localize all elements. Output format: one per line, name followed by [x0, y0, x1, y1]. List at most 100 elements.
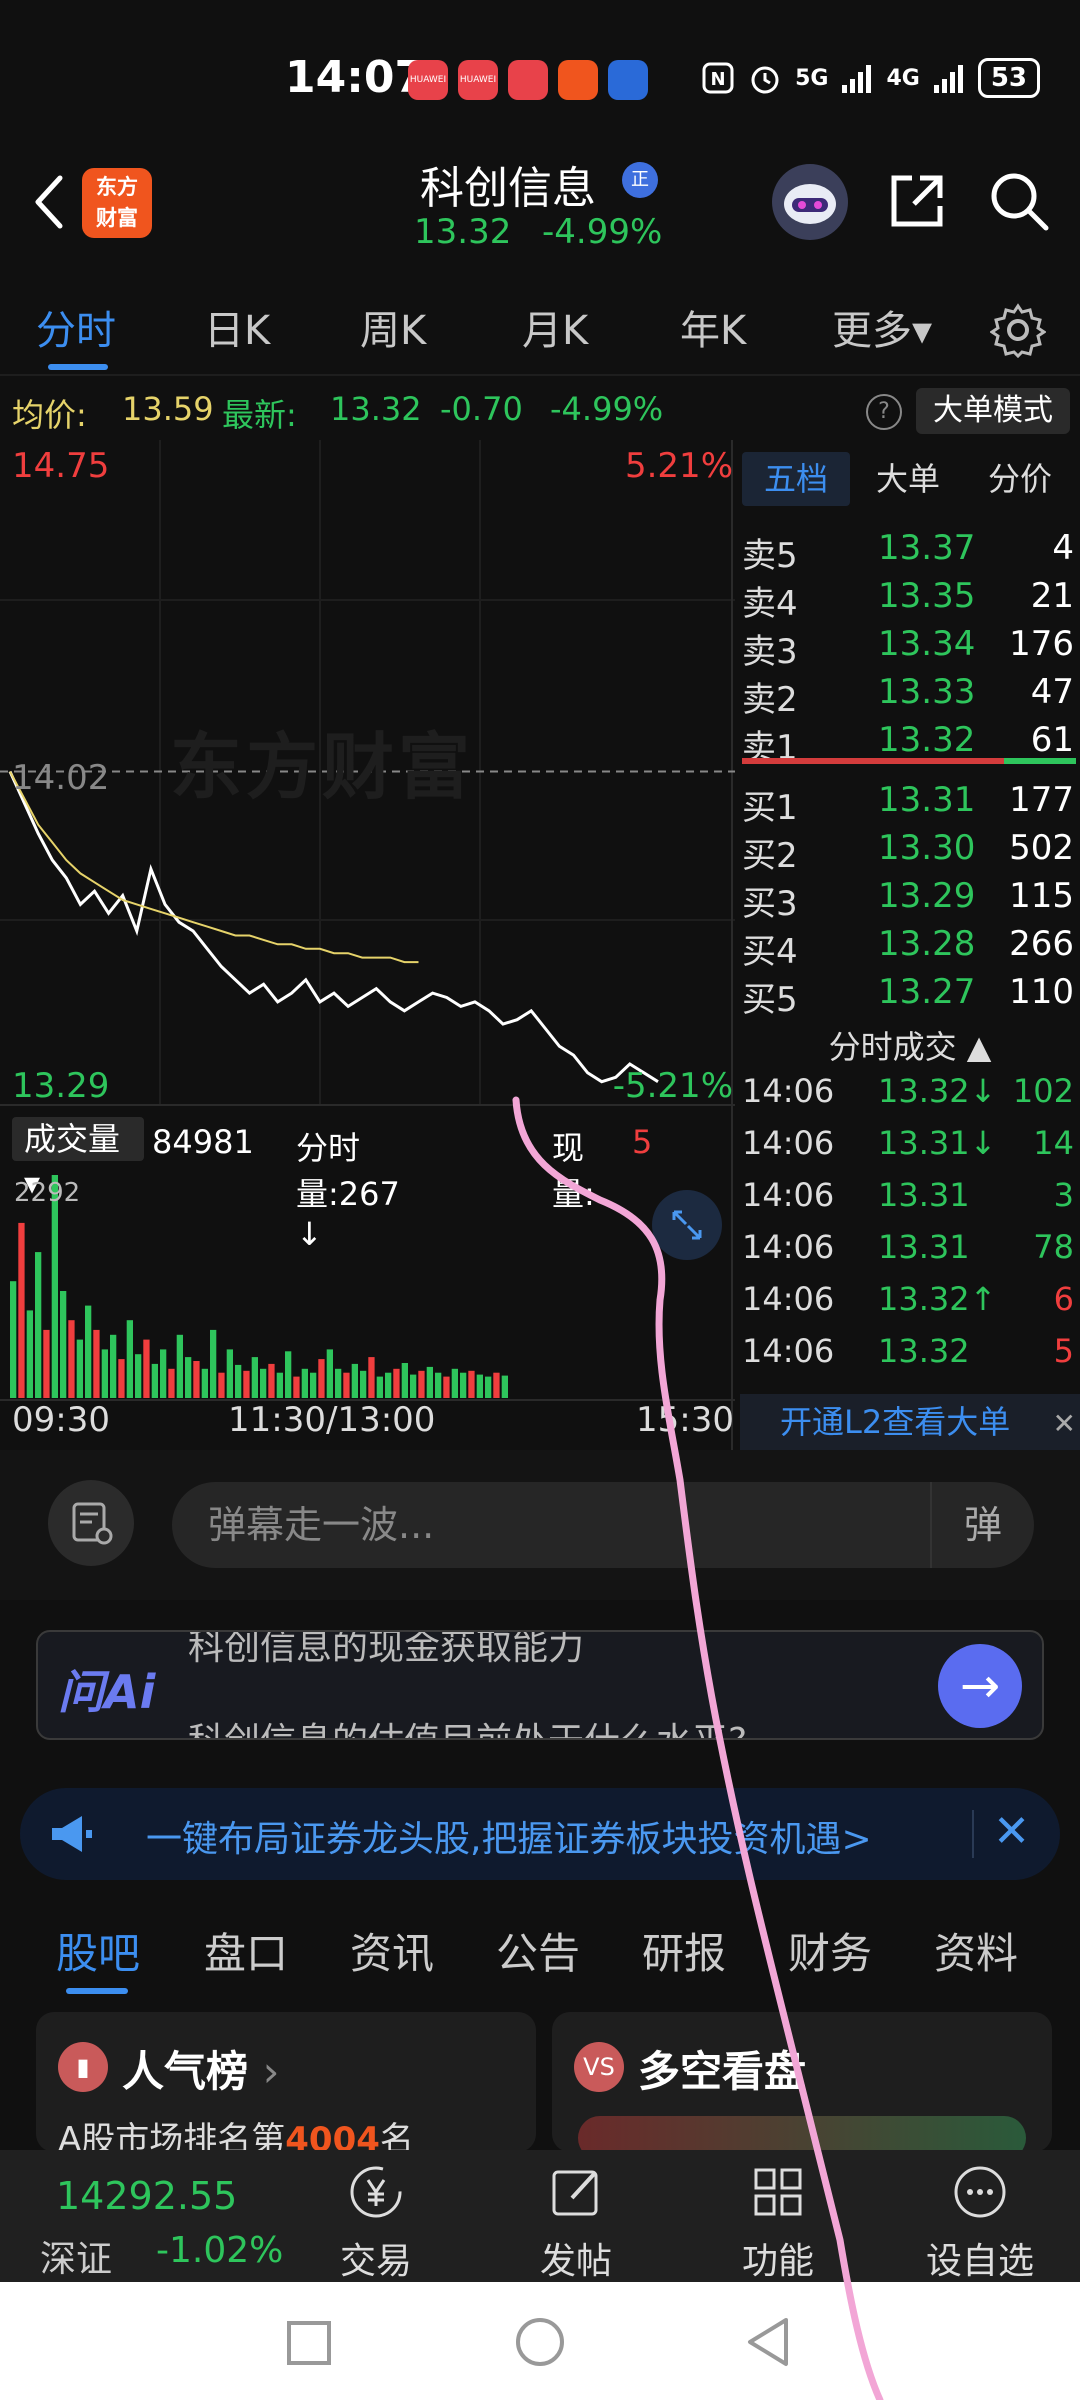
index-change[interactable]: -1.02% [156, 2230, 283, 2271]
status-right: N 5G 4G 53 [701, 58, 1040, 98]
status-bar: 14:07 HUAWEI HUAWEI N 5G 4G 53 [0, 0, 1080, 150]
app-logo[interactable]: 东方 财富 [82, 168, 152, 238]
section-tab-0[interactable]: 股吧 [56, 1920, 140, 1981]
volume-bar [376, 1376, 383, 1398]
volume-bar [151, 1363, 158, 1398]
volume-bar [168, 1368, 175, 1398]
avg-value: 13.59 [122, 390, 214, 428]
tab-five-levels[interactable]: 五档 [742, 452, 850, 506]
danmu-settings-button[interactable] [48, 1480, 134, 1566]
ai-question-box[interactable]: 问Ai 科创信息的现金获取能力 科创信息的估值目前处于什么水平? → [36, 1630, 1044, 1740]
ask-row[interactable]: 卖3 13.34 176 [740, 618, 1076, 672]
index-value[interactable]: 14292.55 [56, 2174, 237, 2218]
recent-apps-icon[interactable] [286, 2320, 332, 2366]
gear-icon[interactable] [990, 302, 1046, 358]
volume-bar [126, 1320, 133, 1398]
bid-row[interactable]: 买1 13.31 177 [740, 774, 1076, 828]
tab-daily-k[interactable]: 日K [204, 298, 270, 356]
trades-header[interactable]: 分时成交 ▲ [740, 1022, 1080, 1068]
volume-bar [160, 1349, 167, 1398]
volume-bar [243, 1370, 250, 1398]
section-tabs: 股吧 盘口 资讯 公告 研报 财务 资料 [0, 1900, 1080, 2000]
tab-monthly-k[interactable]: 月K [522, 298, 588, 356]
nav-trade[interactable]: 交易 [316, 2160, 436, 2284]
volume-bar [451, 1368, 458, 1398]
volume-bar [318, 1359, 325, 1398]
index-name[interactable]: 深证 [40, 2230, 112, 2282]
stock-header: 东方 财富 科创信息 正 13.32 -4.99% [0, 150, 1080, 270]
search-icon[interactable] [986, 168, 1052, 234]
tab-yearly-k[interactable]: 年K [680, 298, 746, 356]
danmu-input[interactable]: 弹幕走一波... 弹 [172, 1482, 1034, 1568]
ask-row[interactable]: 卖2 13.33 47 [740, 666, 1076, 720]
battery-indicator: 53 [977, 58, 1040, 98]
section-tab-3[interactable]: 公告 [496, 1920, 580, 1981]
section-tab-5[interactable]: 财务 [788, 1920, 872, 1981]
network-5g: 5G [795, 65, 829, 91]
ai-question-1[interactable]: 科创信息的现金获取能力 [188, 1632, 584, 1670]
tab-price-distribution[interactable]: 分价 [966, 452, 1074, 506]
bid-row[interactable]: 买4 13.28 266 [740, 918, 1076, 972]
system-nav-bar [0, 2282, 1080, 2400]
volume-bar [35, 1252, 42, 1398]
promo-text: 一键布局证券龙头股,把握证券板块投资机遇> [146, 1819, 872, 1860]
bottom-nav: 14292.55 深证 -1.02% 交易 发帖 功能 设自选 [0, 2150, 1080, 2282]
bid-row[interactable]: 买3 13.29 115 [740, 870, 1076, 924]
ask-row[interactable]: 卖1 13.32 61 [740, 714, 1076, 768]
ai-question-2[interactable]: 科创信息的估值目前处于什么水平? [188, 1712, 747, 1738]
ask-volume: 61 [1030, 720, 1074, 760]
volume-bar [85, 1305, 92, 1398]
latest-label: 最新: [222, 396, 297, 434]
nav-add-watchlist[interactable]: 设自选 [920, 2160, 1040, 2284]
back-arrow-icon[interactable] [28, 172, 68, 232]
ask-price: 13.34 [878, 624, 976, 664]
volume-bar [293, 1376, 300, 1398]
status-time: 14:07 [285, 52, 426, 103]
trade-time: 14:06 [742, 1280, 835, 1318]
price-info-bar: 均价: 13.59 最新: 13.32 -0.70 -4.99% ? 大单模式 [0, 380, 1080, 438]
ai-submit-arrow-icon[interactable]: → [938, 1644, 1022, 1728]
popularity-title: 人气榜 › [122, 2047, 280, 2096]
promo-close-icon[interactable]: ✕ [993, 1806, 1030, 1857]
nav-post[interactable]: 发帖 [516, 2160, 636, 2284]
share-icon[interactable] [884, 168, 950, 234]
ask-row[interactable]: 卖5 13.37 4 [740, 522, 1076, 576]
ask-row[interactable]: 卖4 13.35 21 [740, 570, 1076, 624]
promo-banner[interactable]: 一键布局证券龙头股,把握证券板块投资机遇> ✕ [20, 1788, 1060, 1880]
volume-bar [326, 1349, 333, 1398]
danmu-toggle-button[interactable]: 弹 [930, 1482, 1034, 1568]
volume-bar [68, 1320, 75, 1398]
l2-upgrade-banner[interactable]: 开通L2查看大单 ✕ [740, 1394, 1080, 1450]
section-tab-6[interactable]: 资料 [934, 1920, 1018, 1981]
tab-big-orders[interactable]: 大单 [854, 452, 962, 506]
robot-assistant-icon[interactable] [772, 164, 848, 240]
ask-price: 13.35 [878, 576, 976, 616]
home-icon[interactable] [514, 2316, 566, 2368]
section-tab-1[interactable]: 盘口 [204, 1920, 288, 1981]
volume-bar [18, 1222, 25, 1398]
section-tab-4[interactable]: 研报 [642, 1920, 726, 1981]
bid-row[interactable]: 买2 13.30 502 [740, 822, 1076, 876]
trade-row: 14:06 13.32 5 [740, 1326, 1076, 1374]
volume-bar [401, 1363, 408, 1398]
close-icon[interactable]: ✕ [1053, 1396, 1076, 1452]
expand-chart-button[interactable] [652, 1190, 722, 1260]
bid-row[interactable]: 买5 13.27 110 [740, 966, 1076, 1020]
bid-volume: 502 [1009, 828, 1074, 868]
back-nav-icon[interactable] [744, 2316, 792, 2368]
section-tab-2[interactable]: 资讯 [350, 1920, 434, 1981]
bull-bear-card[interactable]: VS 多空看盘 [552, 2012, 1052, 2152]
big-order-mode-button[interactable]: 大单模式 [916, 388, 1070, 434]
volume-bar [51, 1175, 58, 1398]
popularity-card[interactable]: ▮ 人气榜 › A股市场排名第4004名 [36, 2012, 536, 2152]
tab-intraday[interactable]: 分时 [36, 298, 116, 356]
help-icon[interactable]: ? [866, 394, 902, 430]
volume-bar [76, 1339, 83, 1398]
intraday-chart[interactable]: 东方财富 14.75 5.21% 14.02 13.29 -5.21% 成交量 … [0, 440, 735, 1450]
tab-more[interactable]: 更多▾ [832, 298, 932, 356]
period-volume: 分时量:267 ↓ [296, 1129, 400, 1253]
trade-price: 13.31 [878, 1228, 970, 1266]
nav-functions[interactable]: 功能 [718, 2160, 838, 2284]
volume-indicator-select[interactable]: 成交量 ▾ [12, 1117, 144, 1202]
tab-weekly-k[interactable]: 周K [360, 298, 426, 356]
